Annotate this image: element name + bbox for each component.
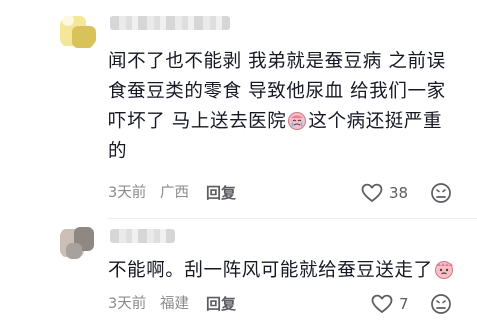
dislike-face-icon[interactable] (430, 293, 452, 315)
heart-outline-icon[interactable] (360, 181, 384, 205)
timestamp: 3天前 (108, 185, 147, 201)
avatar[interactable] (58, 12, 98, 52)
comment-meta: 3天前 广西 回复 38 (108, 180, 465, 206)
location: 福建 (160, 296, 189, 312)
heart-outline-icon[interactable] (370, 292, 394, 316)
dislike-face-icon[interactable] (430, 182, 452, 204)
reply-button[interactable]: 回复 (206, 291, 236, 317)
avatar[interactable] (58, 223, 98, 263)
teary-emoji-icon (434, 261, 453, 279)
like-count: 38 (389, 184, 409, 202)
username[interactable] (110, 229, 175, 243)
comment-text: 闻不了也不能剥 我弟就是蚕豆病 之前误 食蚕豆类的零食 导致他尿血 给我们一家 … (108, 51, 446, 162)
location: 广西 (160, 185, 189, 201)
crying-emoji-icon (288, 112, 307, 130)
comment-meta: 3天前 福建 回复 7 (108, 291, 465, 317)
comment-text: 不能啊。刮一阵风可能就给蚕豆送走了 (108, 256, 458, 286)
like-count: 7 (399, 295, 409, 313)
divider (108, 218, 477, 219)
reply-button[interactable]: 回复 (206, 180, 236, 206)
timestamp: 3天前 (108, 296, 147, 312)
username[interactable] (110, 16, 230, 30)
